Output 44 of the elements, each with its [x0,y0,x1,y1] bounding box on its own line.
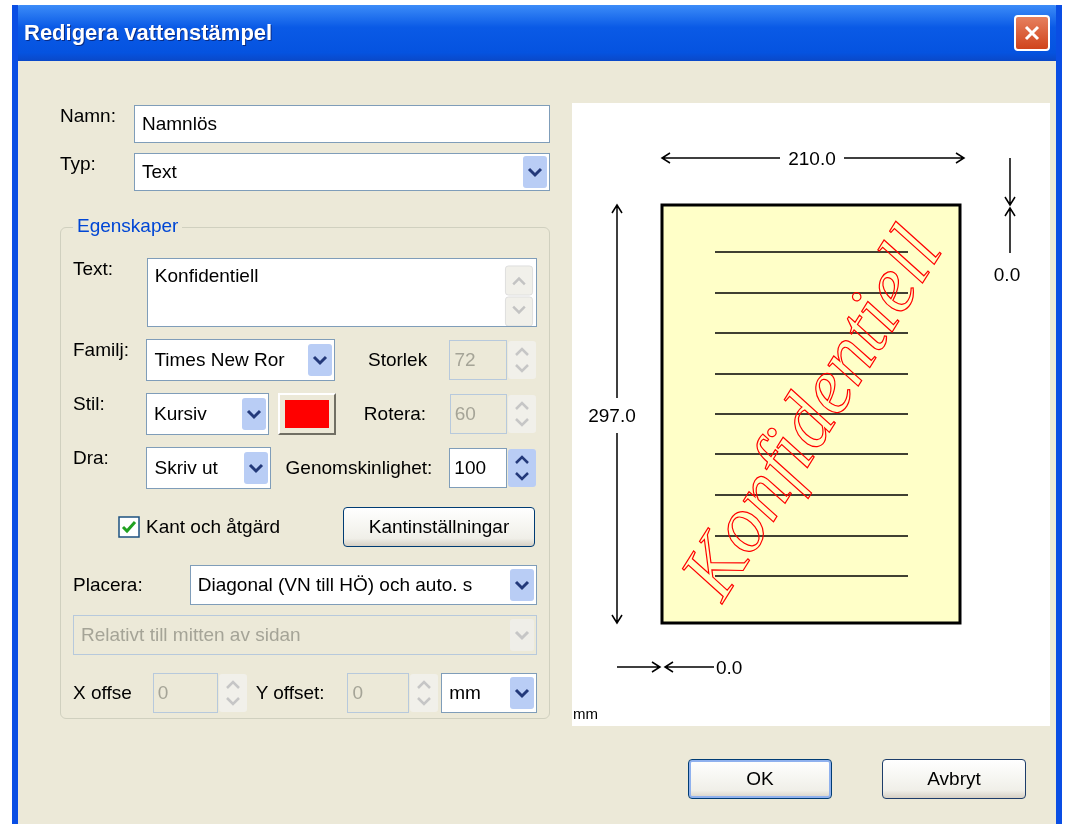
chevron-icon [242,398,267,430]
font-family-dropdown[interactable]: Times New Ror [146,339,335,381]
text-area[interactable]: Konfidentiell [146,258,537,327]
scroll-bar[interactable] [504,265,534,326]
field-label: Text: [73,258,115,280]
chevron-icon [308,344,332,376]
height-label: 297.0 [588,405,636,426]
field-label: Genomskinlighet: [285,457,434,479]
field-label: Dra: [73,447,110,469]
border-settings-button[interactable]: Kantinställningar [343,507,535,547]
field-label: Rotera: [363,403,428,425]
checkbox-label: Kant och åtgärd [146,516,282,538]
close-button[interactable] [1014,15,1050,51]
field-label: Namn: [60,105,117,127]
field-label: Storlek [368,349,429,371]
field-label: Y offset: [255,682,326,704]
placement-dropdown[interactable]: Diagonal (VN till HÖ) och auto. s [189,565,537,605]
opacity-field[interactable]: 100 [449,448,507,488]
chevron-icon [510,569,534,601]
spin-buttons[interactable] [507,448,537,488]
field-label: Placera: [73,574,144,596]
close-icon [1022,23,1042,43]
checkbox[interactable] [118,516,140,538]
field-label: Typ: [60,153,97,175]
draw-dropdown[interactable]: Skriv ut [146,447,271,489]
name-field[interactable]: Namnlös [134,105,550,143]
top-margin-label: 0.0 [993,264,1021,285]
style-dropdown[interactable]: Kursiv [146,393,270,435]
chevron-icon [523,156,547,188]
dialog-button[interactable]: Avbryt [882,759,1026,799]
type-dropdown[interactable]: Text [134,153,550,191]
dialog-button[interactable]: OK [688,759,832,799]
width-label: 210.0 [788,148,836,169]
window-title: Redigera vattenstämpel [24,20,273,46]
unit-dropdown[interactable]: mm [441,673,537,713]
field-label: Familj: [73,339,130,361]
unit-label: mm [573,705,598,722]
field-label: Stil: [73,393,106,415]
field-label: X offse [73,682,133,704]
chevron-icon [510,619,534,651]
chevron-icon [243,452,268,484]
left-margin-label: 0.0 [716,657,743,678]
chevron-icon [510,677,534,709]
color-button[interactable] [278,393,336,435]
